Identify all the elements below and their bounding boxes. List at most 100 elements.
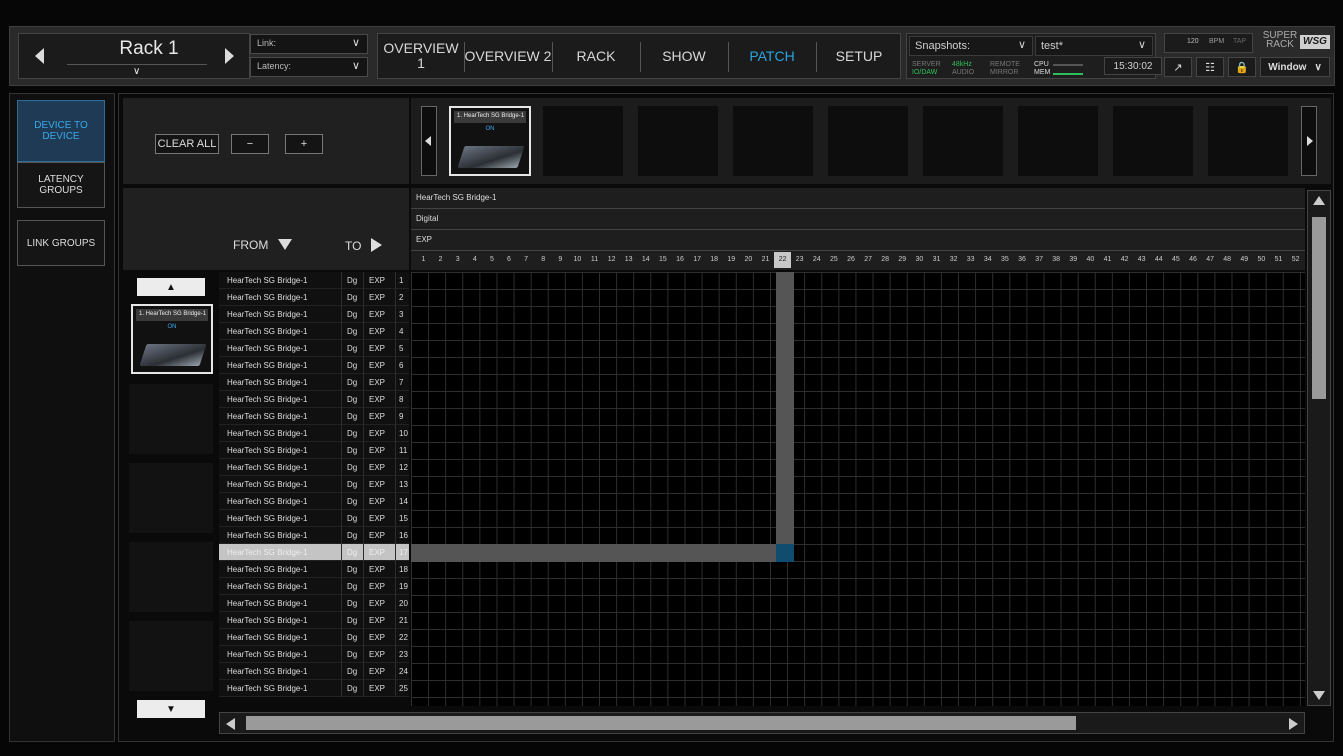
empty-device-slot[interactable] bbox=[129, 542, 213, 612]
arrow-left-icon[interactable] bbox=[226, 718, 235, 730]
column-number[interactable]: 13 bbox=[620, 252, 637, 268]
strip-prev-button[interactable] bbox=[421, 106, 437, 176]
source-row[interactable]: HearTech SG Bridge-1 Dg EXP 4 bbox=[219, 323, 409, 340]
source-row[interactable]: HearTech SG Bridge-1 Dg EXP 25 bbox=[219, 680, 409, 697]
arrow-up-icon[interactable] bbox=[1313, 196, 1325, 205]
column-number[interactable]: 29 bbox=[894, 252, 911, 268]
column-number[interactable]: 25 bbox=[825, 252, 842, 268]
lock-icon[interactable]: 🔒 bbox=[1228, 57, 1256, 77]
empty-device-slot[interactable] bbox=[129, 384, 213, 454]
column-number[interactable]: 32 bbox=[945, 252, 962, 268]
column-number[interactable]: 11 bbox=[586, 252, 603, 268]
column-number[interactable]: 19 bbox=[723, 252, 740, 268]
snapshot-value-select[interactable]: test* ∨ bbox=[1035, 36, 1153, 56]
snapshots-select[interactable]: Snapshots: ∨ bbox=[909, 36, 1033, 56]
empty-device-slot[interactable] bbox=[543, 106, 623, 176]
vertical-scrollbar[interactable] bbox=[1307, 190, 1331, 706]
source-row[interactable]: HearTech SG Bridge-1 Dg EXP 16 bbox=[219, 527, 409, 544]
column-number[interactable]: 9 bbox=[552, 252, 569, 268]
column-number[interactable]: 50 bbox=[1253, 252, 1270, 268]
column-number[interactable]: 43 bbox=[1133, 252, 1150, 268]
patch-matrix[interactable] bbox=[411, 272, 1305, 706]
source-row[interactable]: HearTech SG Bridge-1 Dg EXP 13 bbox=[219, 476, 409, 493]
vertical-scroll-thumb[interactable] bbox=[1312, 217, 1326, 399]
column-number[interactable]: 10 bbox=[569, 252, 586, 268]
source-row[interactable]: HearTech SG Bridge-1 Dg EXP 3 bbox=[219, 306, 409, 323]
rack-next-arrow-icon[interactable] bbox=[225, 48, 234, 64]
column-number[interactable]: 48 bbox=[1219, 252, 1236, 268]
column-number[interactable]: 14 bbox=[637, 252, 654, 268]
empty-device-slot[interactable] bbox=[129, 621, 213, 691]
source-row[interactable]: HearTech SG Bridge-1 Dg EXP 17 bbox=[219, 544, 409, 561]
arrow-down-icon[interactable] bbox=[1313, 691, 1325, 700]
empty-device-slot[interactable] bbox=[1113, 106, 1193, 176]
column-number[interactable]: 24 bbox=[808, 252, 825, 268]
scroll-up-button[interactable]: ▲ bbox=[137, 278, 205, 296]
empty-device-slot[interactable] bbox=[638, 106, 718, 176]
source-device-card[interactable]: 1. HearTech SG Bridge-1 ON bbox=[131, 304, 213, 374]
tab-patch[interactable]: PATCH bbox=[728, 34, 816, 78]
source-row[interactable]: HearTech SG Bridge-1 Dg EXP 2 bbox=[219, 289, 409, 306]
bpm-value[interactable]: 120 bbox=[1187, 38, 1199, 45]
column-number[interactable]: 38 bbox=[1048, 252, 1065, 268]
source-row[interactable]: HearTech SG Bridge-1 Dg EXP 9 bbox=[219, 408, 409, 425]
column-number[interactable]: 51 bbox=[1270, 252, 1287, 268]
column-number[interactable]: 2 bbox=[432, 252, 449, 268]
column-number[interactable]: 36 bbox=[1014, 252, 1031, 268]
column-number[interactable]: 12 bbox=[603, 252, 620, 268]
empty-device-slot[interactable] bbox=[828, 106, 908, 176]
column-number[interactable]: 20 bbox=[740, 252, 757, 268]
link-select[interactable]: Link: ∨ bbox=[250, 34, 368, 54]
column-number[interactable]: 30 bbox=[911, 252, 928, 268]
source-row[interactable]: HearTech SG Bridge-1 Dg EXP 1 bbox=[219, 272, 409, 289]
source-row[interactable]: HearTech SG Bridge-1 Dg EXP 11 bbox=[219, 442, 409, 459]
source-row[interactable]: HearTech SG Bridge-1 Dg EXP 24 bbox=[219, 663, 409, 680]
latency-select[interactable]: Latency: ∨ bbox=[250, 57, 368, 77]
source-row[interactable]: HearTech SG Bridge-1 Dg EXP 23 bbox=[219, 646, 409, 663]
tab-setup[interactable]: SETUP bbox=[816, 34, 902, 78]
column-number[interactable]: 45 bbox=[1167, 252, 1184, 268]
tab-overview-2[interactable]: OVERVIEW 2 bbox=[464, 34, 552, 78]
source-row[interactable]: HearTech SG Bridge-1 Dg EXP 12 bbox=[219, 459, 409, 476]
source-row[interactable]: HearTech SG Bridge-1 Dg EXP 14 bbox=[219, 493, 409, 510]
tab-overview-1[interactable]: OVERVIEW 1 bbox=[378, 34, 464, 78]
column-number[interactable]: 4 bbox=[466, 252, 483, 268]
column-number[interactable]: 18 bbox=[706, 252, 723, 268]
empty-device-slot[interactable] bbox=[1208, 106, 1288, 176]
column-number[interactable]: 28 bbox=[877, 252, 894, 268]
window-menu-button[interactable]: Window ∨ bbox=[1260, 57, 1330, 77]
rack-prev-arrow-icon[interactable] bbox=[35, 48, 44, 64]
source-row[interactable]: HearTech SG Bridge-1 Dg EXP 7 bbox=[219, 374, 409, 391]
scroll-down-button[interactable]: ▼ bbox=[137, 700, 205, 718]
column-number[interactable]: 22 bbox=[774, 252, 792, 268]
horizontal-scrollbar[interactable] bbox=[219, 712, 1305, 734]
column-number[interactable]: 35 bbox=[996, 252, 1013, 268]
column-number[interactable]: 47 bbox=[1202, 252, 1219, 268]
column-number[interactable]: 17 bbox=[689, 252, 706, 268]
rack-dropdown-chevron-icon[interactable]: ∨ bbox=[133, 66, 140, 77]
column-number[interactable]: 49 bbox=[1236, 252, 1253, 268]
column-number[interactable]: 26 bbox=[843, 252, 860, 268]
source-row[interactable]: HearTech SG Bridge-1 Dg EXP 8 bbox=[219, 391, 409, 408]
empty-device-slot[interactable] bbox=[733, 106, 813, 176]
zoom-out-button[interactable]: − bbox=[231, 134, 269, 154]
column-number[interactable]: 44 bbox=[1150, 252, 1167, 268]
source-row[interactable]: HearTech SG Bridge-1 Dg EXP 6 bbox=[219, 357, 409, 374]
column-number[interactable]: 31 bbox=[928, 252, 945, 268]
source-row[interactable]: HearTech SG Bridge-1 Dg EXP 5 bbox=[219, 340, 409, 357]
column-number[interactable]: 15 bbox=[654, 252, 671, 268]
column-number[interactable]: 37 bbox=[1031, 252, 1048, 268]
column-number[interactable]: 33 bbox=[962, 252, 979, 268]
clear-all-button[interactable]: CLEAR ALL bbox=[155, 134, 219, 154]
horizontal-scroll-thumb[interactable] bbox=[246, 716, 1076, 730]
column-number[interactable]: 16 bbox=[672, 252, 689, 268]
column-number[interactable]: 46 bbox=[1185, 252, 1202, 268]
source-row[interactable]: HearTech SG Bridge-1 Dg EXP 20 bbox=[219, 595, 409, 612]
tap-button[interactable]: TAP bbox=[1233, 38, 1246, 45]
column-number[interactable]: 27 bbox=[860, 252, 877, 268]
tab-show[interactable]: SHOW bbox=[640, 34, 728, 78]
column-number[interactable]: 42 bbox=[1116, 252, 1133, 268]
selected-patch-cell[interactable] bbox=[776, 544, 794, 562]
sidebar-item-device-to-device[interactable]: DEVICE TO DEVICE bbox=[17, 100, 105, 162]
empty-device-slot[interactable] bbox=[923, 106, 1003, 176]
